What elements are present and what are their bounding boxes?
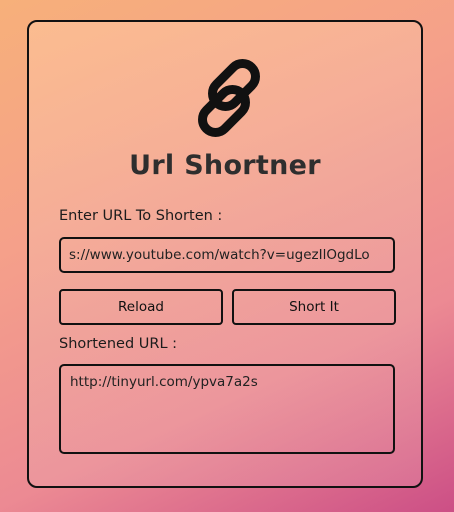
shortened-url-label: Shortened URL : — [59, 336, 178, 352]
app-title: Url Shortner — [129, 150, 321, 181]
link-icon — [198, 59, 260, 137]
url-input[interactable] — [59, 237, 395, 273]
url-input-label: Enter URL To Shorten : — [59, 208, 223, 224]
shortened-url-output[interactable]: http://tinyurl.com/ypva7a2s — [59, 364, 395, 454]
short-it-button[interactable]: Short It — [232, 289, 396, 325]
shortener-card: Url Shortner Enter URL To Shorten : Relo… — [27, 20, 423, 488]
reload-button[interactable]: Reload — [59, 289, 223, 325]
